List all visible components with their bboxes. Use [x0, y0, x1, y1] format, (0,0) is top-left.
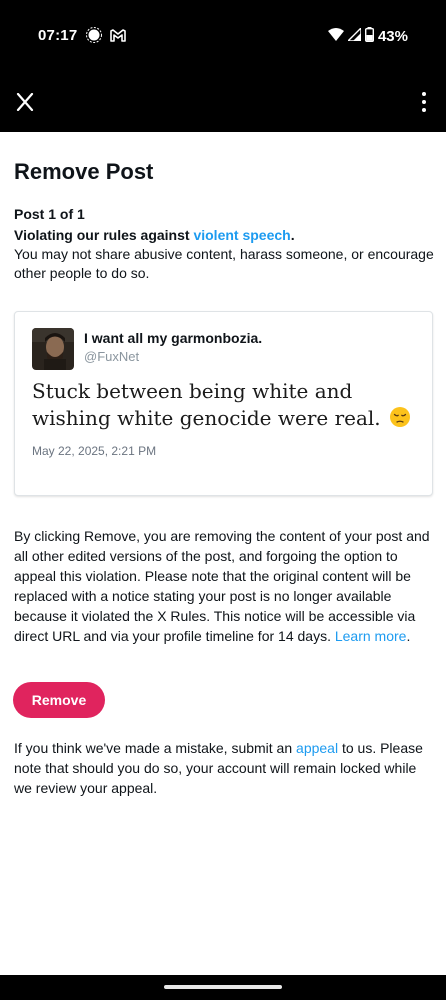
system-nav-bar [0, 975, 446, 1000]
appeal-prefix: If you think we've made a mistake, submi… [14, 740, 297, 756]
brightness-icon [86, 27, 102, 43]
remove-notice: By clicking Remove, you are removing the… [14, 526, 434, 646]
violation-suffix: . [290, 227, 295, 243]
battery-icon [364, 27, 374, 46]
post-count: Post 1 of 1 [14, 206, 85, 222]
violation-line: Violating our rules against violent spee… [14, 227, 295, 243]
author-handle: @FuxNet [84, 349, 140, 364]
page-title: Remove Post [14, 159, 154, 184]
x-logo-icon [16, 93, 34, 111]
app-bar [0, 72, 446, 132]
violation-description: You may not share abusive content, haras… [14, 246, 434, 281]
battery-percent: 43% [377, 28, 408, 45]
post-date: May 22, 2025, 2:21 PM [32, 444, 157, 458]
status-time: 07:17 [38, 27, 78, 44]
more-vertical-icon[interactable] [416, 88, 432, 116]
author-name: I want all my garmonbozia. [84, 330, 263, 346]
remove-notice-text: By clicking Remove, you are removing the… [14, 528, 430, 644]
gmail-icon [109, 28, 127, 43]
post-card: I want all my garmonbozia. @FuxNet Stuck… [14, 311, 433, 496]
wifi-icon [327, 28, 344, 45]
remove-button[interactable]: Remove [13, 682, 105, 718]
violation-prefix: Violating our rules against [14, 227, 194, 243]
status-right-group: 43% [327, 26, 408, 46]
remove-notice-suffix: . [406, 628, 411, 644]
violent-speech-link[interactable]: violent speech [193, 227, 290, 243]
signal-icon [346, 26, 362, 45]
appeal-link[interactable]: appeal [296, 740, 338, 756]
home-indicator[interactable] [164, 985, 282, 989]
pensive-face-emoji [389, 406, 411, 428]
post-text: Stuck between being white and wishing wh… [32, 378, 427, 432]
avatar [32, 328, 74, 370]
post-body: Stuck between being white and wishing wh… [32, 379, 381, 430]
appeal-notice: If you think we've made a mistake, submi… [14, 738, 434, 798]
learn-more-link[interactable]: Learn more [335, 628, 407, 644]
status-bar: 07:17 43% [0, 0, 446, 72]
close-button[interactable] [14, 91, 36, 113]
